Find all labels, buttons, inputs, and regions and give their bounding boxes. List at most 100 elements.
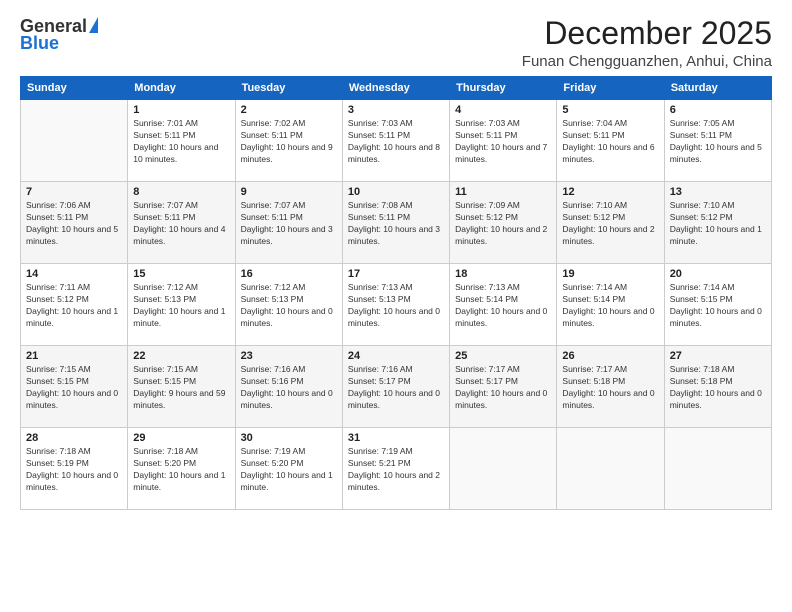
weekday-header-monday: Monday <box>128 77 235 100</box>
calendar-cell: 15 Sunrise: 7:12 AM Sunset: 5:13 PM Dayli… <box>128 264 235 346</box>
calendar-cell: 16 Sunrise: 7:12 AM Sunset: 5:13 PM Dayli… <box>235 264 342 346</box>
day-info: Sunrise: 7:12 AM Sunset: 5:13 PM Dayligh… <box>241 282 337 330</box>
day-number: 5 <box>562 104 658 116</box>
day-info: Sunrise: 7:17 AM Sunset: 5:17 PM Dayligh… <box>455 364 551 412</box>
calendar-cell <box>21 100 128 182</box>
calendar-cell: 13 Sunrise: 7:10 AM Sunset: 5:12 PM Dayli… <box>664 182 771 264</box>
calendar-cell: 6 Sunrise: 7:05 AM Sunset: 5:11 PM Daylig… <box>664 100 771 182</box>
day-number: 24 <box>348 350 444 362</box>
day-number: 28 <box>26 432 122 444</box>
calendar-cell: 26 Sunrise: 7:17 AM Sunset: 5:18 PM Dayli… <box>557 346 664 428</box>
page: General Blue December 2025 Funan Chenggu… <box>0 0 792 612</box>
day-info: Sunrise: 7:07 AM Sunset: 5:11 PM Dayligh… <box>241 200 337 248</box>
calendar-cell: 25 Sunrise: 7:17 AM Sunset: 5:17 PM Dayli… <box>450 346 557 428</box>
calendar-cell: 1Sunrise: 7:01 AM Sunset: 5:11 PM Daylig… <box>128 100 235 182</box>
day-info: Sunrise: 7:13 AM Sunset: 5:13 PM Dayligh… <box>348 282 444 330</box>
calendar-cell: 30Sunrise: 7:19 AM Sunset: 5:20 PM Dayli… <box>235 428 342 510</box>
calendar-cell: 22 Sunrise: 7:15 AM Sunset: 5:15 PM Dayli… <box>128 346 235 428</box>
weekday-header-wednesday: Wednesday <box>342 77 449 100</box>
calendar-cell: 29Sunrise: 7:18 AM Sunset: 5:20 PM Dayli… <box>128 428 235 510</box>
day-info: Sunrise: 7:15 AM Sunset: 5:15 PM Dayligh… <box>133 364 229 412</box>
weekday-header-tuesday: Tuesday <box>235 77 342 100</box>
day-number: 19 <box>562 268 658 280</box>
day-number: 25 <box>455 350 551 362</box>
calendar-cell: 2 Sunrise: 7:02 AM Sunset: 5:11 PM Daylig… <box>235 100 342 182</box>
calendar-week-2: 7Sunrise: 7:06 AM Sunset: 5:11 PM Daylig… <box>21 182 772 264</box>
day-number: 13 <box>670 186 766 198</box>
day-number: 8 <box>133 186 229 198</box>
day-number: 14 <box>26 268 122 280</box>
day-info: Sunrise: 7:03 AM Sunset: 5:11 PM Dayligh… <box>455 118 551 166</box>
day-info: Sunrise: 7:14 AM Sunset: 5:14 PM Dayligh… <box>562 282 658 330</box>
calendar-week-3: 14 Sunrise: 7:11 AM Sunset: 5:12 PM Dayli… <box>21 264 772 346</box>
day-info: Sunrise: 7:16 AM Sunset: 5:17 PM Dayligh… <box>348 364 444 412</box>
day-info: Sunrise: 7:07 AM Sunset: 5:11 PM Dayligh… <box>133 200 229 248</box>
calendar-cell: 28 Sunrise: 7:18 AM Sunset: 5:19 PM Dayli… <box>21 428 128 510</box>
calendar-cell <box>664 428 771 510</box>
day-number: 15 <box>133 268 229 280</box>
calendar-cell: 3Sunrise: 7:03 AM Sunset: 5:11 PM Daylig… <box>342 100 449 182</box>
day-number: 23 <box>241 350 337 362</box>
day-number: 18 <box>455 268 551 280</box>
day-info: Sunrise: 7:02 AM Sunset: 5:11 PM Dayligh… <box>241 118 337 166</box>
day-info: Sunrise: 7:18 AM Sunset: 5:20 PM Dayligh… <box>133 446 229 494</box>
day-info: Sunrise: 7:12 AM Sunset: 5:13 PM Dayligh… <box>133 282 229 330</box>
calendar-header-row: SundayMondayTuesdayWednesdayThursdayFrid… <box>21 77 772 100</box>
logo: General Blue <box>20 16 98 54</box>
day-number: 9 <box>241 186 337 198</box>
day-info: Sunrise: 7:03 AM Sunset: 5:11 PM Dayligh… <box>348 118 444 166</box>
day-number: 27 <box>670 350 766 362</box>
day-number: 11 <box>455 186 551 198</box>
day-number: 20 <box>670 268 766 280</box>
day-info: Sunrise: 7:18 AM Sunset: 5:19 PM Dayligh… <box>26 446 122 494</box>
title-block: December 2025 Funan Chengguanzhen, Anhui… <box>522 16 772 70</box>
day-number: 7 <box>26 186 122 198</box>
calendar-cell: 23 Sunrise: 7:16 AM Sunset: 5:16 PM Dayli… <box>235 346 342 428</box>
calendar-cell: 17Sunrise: 7:13 AM Sunset: 5:13 PM Dayli… <box>342 264 449 346</box>
day-info: Sunrise: 7:18 AM Sunset: 5:18 PM Dayligh… <box>670 364 766 412</box>
calendar-cell: 31 Sunrise: 7:19 AM Sunset: 5:21 PM Dayli… <box>342 428 449 510</box>
calendar-cell: 7Sunrise: 7:06 AM Sunset: 5:11 PM Daylig… <box>21 182 128 264</box>
day-number: 1 <box>133 104 229 116</box>
weekday-header-friday: Friday <box>557 77 664 100</box>
calendar-cell: 24 Sunrise: 7:16 AM Sunset: 5:17 PM Dayli… <box>342 346 449 428</box>
day-number: 22 <box>133 350 229 362</box>
day-number: 30 <box>241 432 337 444</box>
logo-blue-text: Blue <box>20 33 59 54</box>
month-title: December 2025 <box>522 16 772 51</box>
day-number: 6 <box>670 104 766 116</box>
day-number: 26 <box>562 350 658 362</box>
header: General Blue December 2025 Funan Chenggu… <box>20 16 772 70</box>
calendar-cell: 14 Sunrise: 7:11 AM Sunset: 5:12 PM Dayli… <box>21 264 128 346</box>
calendar-cell: 18 Sunrise: 7:13 AM Sunset: 5:14 PM Dayli… <box>450 264 557 346</box>
calendar-cell: 11Sunrise: 7:09 AM Sunset: 5:12 PM Dayli… <box>450 182 557 264</box>
weekday-header-thursday: Thursday <box>450 77 557 100</box>
day-number: 2 <box>241 104 337 116</box>
day-info: Sunrise: 7:10 AM Sunset: 5:12 PM Dayligh… <box>670 200 766 248</box>
day-info: Sunrise: 7:11 AM Sunset: 5:12 PM Dayligh… <box>26 282 122 330</box>
calendar-cell: 27 Sunrise: 7:18 AM Sunset: 5:18 PM Dayli… <box>664 346 771 428</box>
day-info: Sunrise: 7:13 AM Sunset: 5:14 PM Dayligh… <box>455 282 551 330</box>
day-info: Sunrise: 7:05 AM Sunset: 5:11 PM Dayligh… <box>670 118 766 166</box>
day-number: 12 <box>562 186 658 198</box>
calendar-cell: 20Sunrise: 7:14 AM Sunset: 5:15 PM Dayli… <box>664 264 771 346</box>
calendar-cell: 8 Sunrise: 7:07 AM Sunset: 5:11 PM Daylig… <box>128 182 235 264</box>
calendar-cell: 9 Sunrise: 7:07 AM Sunset: 5:11 PM Daylig… <box>235 182 342 264</box>
calendar-cell <box>450 428 557 510</box>
calendar-cell: 10Sunrise: 7:08 AM Sunset: 5:11 PM Dayli… <box>342 182 449 264</box>
day-number: 16 <box>241 268 337 280</box>
calendar-cell <box>557 428 664 510</box>
day-info: Sunrise: 7:19 AM Sunset: 5:21 PM Dayligh… <box>348 446 444 494</box>
day-info: Sunrise: 7:17 AM Sunset: 5:18 PM Dayligh… <box>562 364 658 412</box>
calendar-week-1: 1Sunrise: 7:01 AM Sunset: 5:11 PM Daylig… <box>21 100 772 182</box>
weekday-header-saturday: Saturday <box>664 77 771 100</box>
calendar-week-5: 28 Sunrise: 7:18 AM Sunset: 5:19 PM Dayli… <box>21 428 772 510</box>
calendar-cell: 5Sunrise: 7:04 AM Sunset: 5:11 PM Daylig… <box>557 100 664 182</box>
day-info: Sunrise: 7:15 AM Sunset: 5:15 PM Dayligh… <box>26 364 122 412</box>
day-number: 31 <box>348 432 444 444</box>
day-info: Sunrise: 7:08 AM Sunset: 5:11 PM Dayligh… <box>348 200 444 248</box>
calendar-cell: 4Sunrise: 7:03 AM Sunset: 5:11 PM Daylig… <box>450 100 557 182</box>
logo-triangle-icon <box>89 17 98 33</box>
day-info: Sunrise: 7:16 AM Sunset: 5:16 PM Dayligh… <box>241 364 337 412</box>
calendar-week-4: 21Sunrise: 7:15 AM Sunset: 5:15 PM Dayli… <box>21 346 772 428</box>
